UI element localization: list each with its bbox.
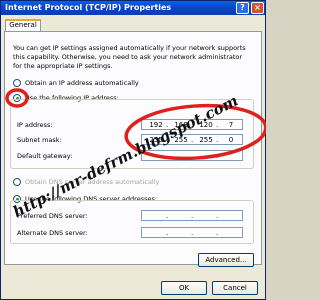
alternate-dns-input[interactable]: . . . <box>141 227 243 238</box>
obtain-ip-auto-radio[interactable] <box>13 79 21 87</box>
subnet-octet-3: 255 <box>199 136 213 144</box>
preferred-dns-input[interactable]: . . . <box>141 210 243 221</box>
tab-general[interactable]: General <box>5 19 41 31</box>
window-title: Internet Protocol (TCP/IP) Properties <box>5 3 172 12</box>
default-gateway-label: Default gateway: <box>17 152 73 160</box>
title-bar[interactable]: Internet Protocol (TCP/IP) Properties ? … <box>1 1 265 15</box>
advanced-button[interactable]: Advanced... <box>198 253 254 267</box>
default-gateway-input[interactable]: . . . <box>141 150 243 161</box>
ip-address-label: IP address: <box>17 121 53 129</box>
subnet-octet-4: 0 <box>228 136 234 144</box>
ok-button[interactable]: OK <box>161 281 207 295</box>
alternate-dns-label: Alternate DNS server: <box>17 229 88 237</box>
obtain-dns-auto-radio[interactable] <box>13 178 21 186</box>
help-button[interactable]: ? <box>236 2 249 14</box>
close-button[interactable]: × <box>251 2 264 14</box>
subnet-mask-label: Subnet mask: <box>17 136 62 144</box>
intro-text: You can get IP settings assigned automat… <box>13 44 246 70</box>
ip-octet-4: 7 <box>228 121 234 129</box>
cancel-button[interactable]: Cancel <box>212 281 258 295</box>
obtain-ip-auto-label[interactable]: Obtain an IP address automatically <box>25 79 139 87</box>
